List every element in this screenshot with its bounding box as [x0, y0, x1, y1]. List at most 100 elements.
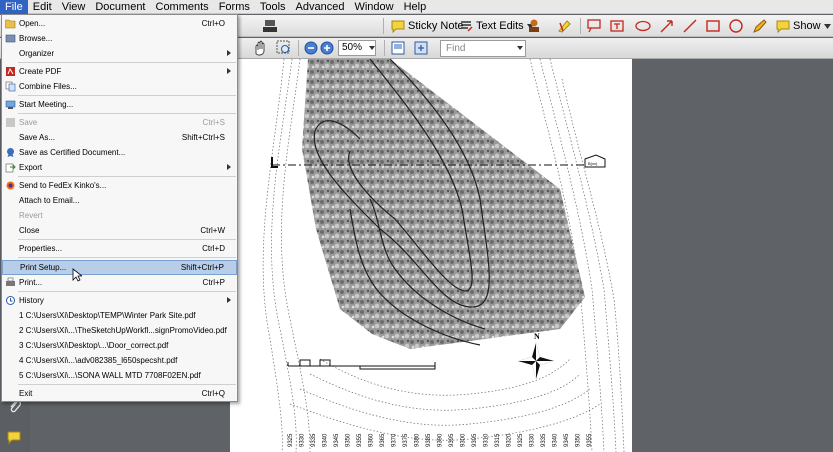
- text-edits-button[interactable]: Text Edits: [459, 17, 534, 35]
- menu-tools[interactable]: Tools: [255, 0, 291, 14]
- menu-properties[interactable]: Properties... Ctrl+D: [2, 241, 237, 256]
- document-page[interactable]: B(xx) N 9325 9330 9335 9340 9345 9350 9355 9360…: [230, 59, 632, 452]
- elevation-label: 9335: [541, 433, 547, 447]
- recent-file-5[interactable]: 5 C:\Users\Xi\...\SONA WALL MTD 7708F02E…: [2, 368, 237, 383]
- elevation-label: 9325: [518, 433, 524, 447]
- menu-view[interactable]: View: [57, 0, 91, 14]
- certified-icon: [7, 148, 14, 157]
- menu-export[interactable]: Export: [2, 160, 237, 175]
- submenu-arrow-icon: [227, 68, 231, 74]
- elevation-label: 9335: [311, 433, 317, 447]
- elevation-label: 9320: [507, 433, 513, 447]
- line-icon[interactable]: [682, 17, 698, 35]
- text-edits-label: Text Edits: [476, 20, 524, 32]
- menu-save-certified[interactable]: Save as Certified Document...: [2, 145, 237, 160]
- elevation-label: 9345: [564, 433, 570, 447]
- text-edits-icon: [461, 21, 473, 32]
- menu-history[interactable]: History: [2, 293, 237, 308]
- menu-send-fedex[interactable]: Send to FedEx Kinko's...: [2, 178, 237, 193]
- recent-file-2[interactable]: 2 C:\Users\Xi\...\TheSketchUpWorkfl...si…: [2, 323, 237, 338]
- elevation-labels: 9325 9330 9335 9340 9345 9350 9355 9360 9365 9370…: [288, 433, 593, 447]
- callout-icon[interactable]: [586, 17, 602, 35]
- menu-organizer[interactable]: Organizer: [2, 46, 237, 61]
- elevation-label: 9365: [380, 433, 386, 447]
- stamp-icon[interactable]: [262, 17, 278, 35]
- combine-files-icon: [5, 81, 16, 92]
- highlight-icon[interactable]: [556, 17, 572, 35]
- section-tag: B(xx): [588, 161, 598, 166]
- history-icon: [6, 296, 15, 305]
- elevation-label: 9355: [357, 433, 363, 447]
- folder-open-icon: [5, 19, 16, 29]
- fit-page-icon[interactable]: [413, 39, 429, 57]
- menu-create-pdf[interactable]: Create PDF: [2, 64, 237, 79]
- menu-open[interactable]: Open... Ctrl+O: [2, 16, 237, 31]
- recent-file-1[interactable]: 1 C:\Users\Xi\Desktop\TEMP\Winter Park S…: [2, 308, 237, 323]
- elevation-label: 9315: [495, 433, 501, 447]
- meeting-icon: [5, 100, 16, 109]
- menu-close[interactable]: Close Ctrl+W: [2, 223, 237, 238]
- site-plan-drawing: B(xx) N 9325 9330 9335 9340 9345 9350 9355 9360…: [262, 59, 625, 452]
- save-icon: [6, 118, 15, 127]
- textbox-icon[interactable]: [609, 17, 625, 35]
- chevron-down-icon[interactable]: [517, 46, 523, 50]
- fedex-icon: [6, 181, 15, 190]
- zoom-in-icon[interactable]: [320, 39, 334, 57]
- elevation-label: 9370: [392, 433, 398, 447]
- elevation-label: 9360: [369, 433, 375, 447]
- cloud-icon[interactable]: [634, 17, 652, 35]
- elevation-label: 9390: [438, 433, 444, 447]
- sticky-note-button[interactable]: Sticky Note: [391, 17, 464, 35]
- export-icon: [5, 163, 16, 173]
- menu-file[interactable]: File: [0, 0, 28, 14]
- pencil-icon[interactable]: [752, 17, 768, 35]
- submenu-arrow-icon: [227, 164, 231, 170]
- arrow-icon[interactable]: [659, 17, 675, 35]
- elevation-label: 9395: [449, 433, 455, 447]
- stamp-tool-icon[interactable]: [526, 17, 542, 35]
- elevation-label: 9330: [300, 433, 306, 447]
- menu-combine-files[interactable]: Combine Files...: [2, 79, 237, 94]
- file-menu: Open... Ctrl+O Browse... Organizer Creat…: [1, 14, 238, 402]
- menu-exit[interactable]: Exit Ctrl+Q: [2, 386, 237, 401]
- menu-browse[interactable]: Browse...: [2, 31, 237, 46]
- zoom-out-icon[interactable]: [304, 39, 318, 57]
- north-arrow: N: [518, 332, 554, 379]
- recent-file-4[interactable]: 4 C:\Users\Xi\...\adv082385_l650specsht.…: [2, 353, 237, 368]
- menu-window[interactable]: Window: [349, 0, 398, 14]
- hand-tool-icon[interactable]: [252, 39, 268, 57]
- menu-print-setup[interactable]: Print Setup... Shift+Ctrl+P: [2, 260, 237, 275]
- menu-attach-email[interactable]: Attach to Email...: [2, 193, 237, 208]
- menu-document[interactable]: Document: [90, 0, 150, 14]
- elevation-label: 9375: [403, 433, 409, 447]
- menu-start-meeting[interactable]: Start Meeting...: [2, 97, 237, 112]
- recent-file-3[interactable]: 3 C:\Users\Xi\Desktop\...\Door_correct.p…: [2, 338, 237, 353]
- menu-forms[interactable]: Forms: [214, 0, 255, 14]
- submenu-arrow-icon: [227, 297, 231, 303]
- comments-panel-icon[interactable]: [7, 431, 23, 445]
- rectangle-icon[interactable]: [705, 17, 721, 35]
- submenu-arrow-icon: [227, 50, 231, 56]
- elevation-label: 9345: [334, 433, 340, 447]
- elevation-label: 9340: [553, 433, 559, 447]
- show-comments-icon: [776, 20, 790, 33]
- find-placeholder: Find: [446, 43, 466, 54]
- elevation-label: 9300: [461, 433, 467, 447]
- marquee-zoom-icon[interactable]: [276, 39, 292, 57]
- menu-comments[interactable]: Comments: [151, 0, 214, 14]
- menu-advanced[interactable]: Advanced: [291, 0, 350, 14]
- find-input[interactable]: Find: [440, 40, 526, 57]
- chevron-down-icon[interactable]: [369, 46, 375, 50]
- elevation-label: 9380: [415, 433, 421, 447]
- oval-icon[interactable]: [728, 17, 744, 35]
- menu-print[interactable]: Print... Ctrl+P: [2, 275, 237, 290]
- menu-edit[interactable]: Edit: [28, 0, 57, 14]
- mouse-cursor-icon: [72, 268, 82, 282]
- scale-bar: [287, 359, 436, 370]
- menu-help[interactable]: Help: [399, 0, 432, 14]
- elevation-label: 9305: [472, 433, 478, 447]
- menu-save-as[interactable]: Save As... Shift+Ctrl+S: [2, 130, 237, 145]
- elevation-label: 9355: [587, 433, 593, 447]
- fit-width-icon[interactable]: [390, 39, 406, 57]
- show-button[interactable]: Show: [776, 17, 831, 35]
